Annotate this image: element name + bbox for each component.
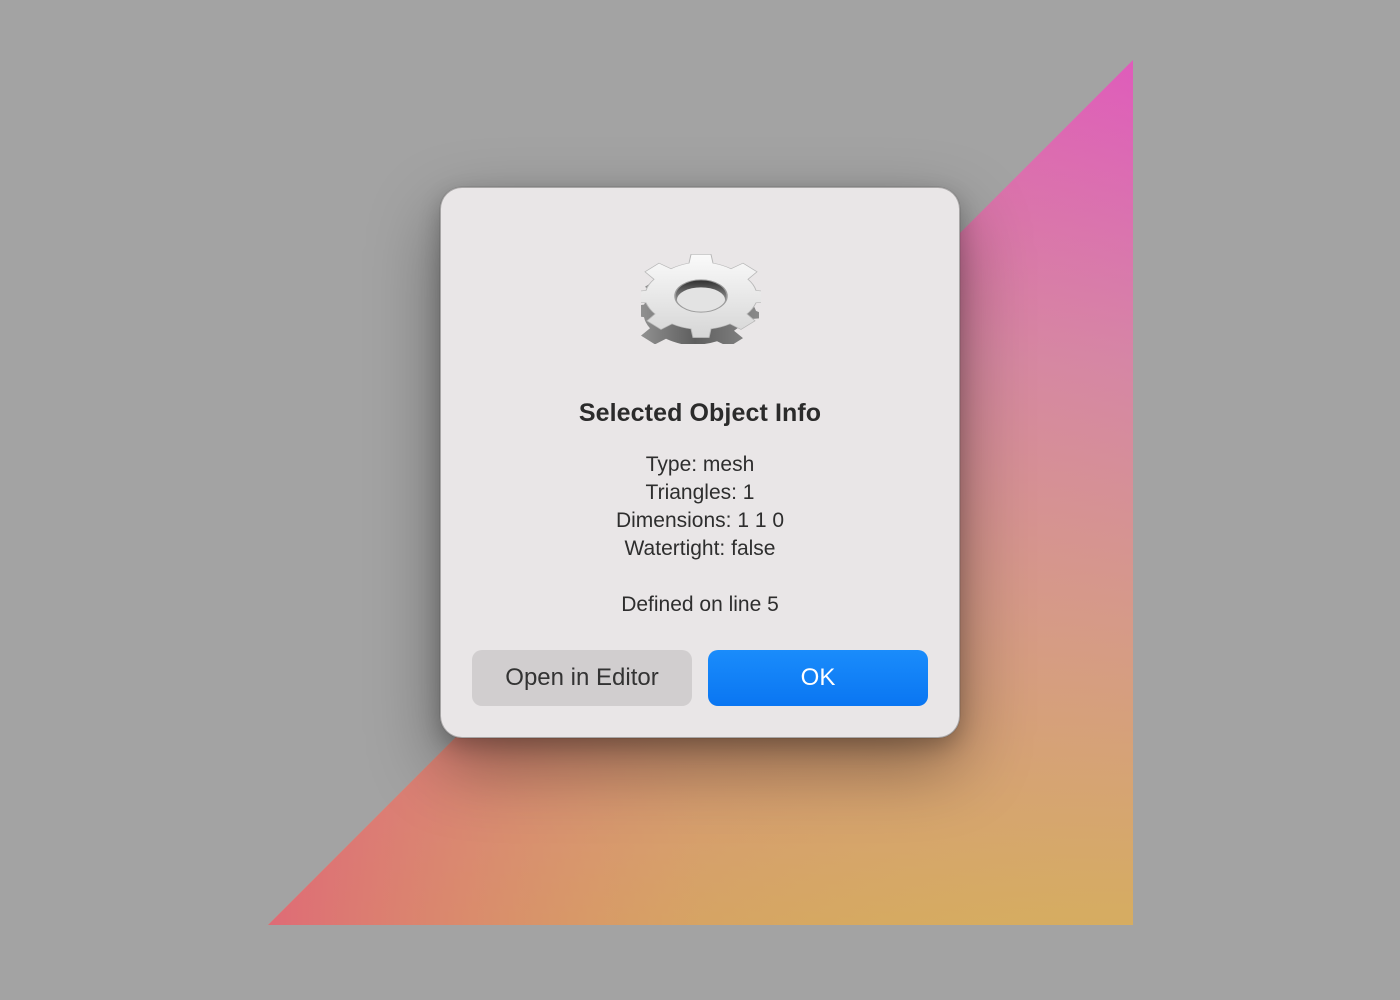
object-info-list: Type: mesh Triangles: 1 Dimensions: 1 1 …: [441, 451, 959, 563]
ok-button[interactable]: OK: [708, 650, 928, 706]
info-type: Type: mesh: [645, 453, 755, 476]
gear-icon: [641, 254, 761, 344]
defined-on-line-text: Defined on line 5: [621, 593, 779, 616]
object-info-dialog: Selected Object Info Type: mesh Triangle…: [440, 187, 960, 738]
info-watertight: Watertight: false: [624, 537, 776, 560]
open-in-editor-button[interactable]: Open in Editor: [472, 650, 692, 706]
info-dimensions: Dimensions: 1 1 0: [615, 509, 785, 532]
info-triangles: Triangles: 1: [645, 481, 755, 504]
dialog-title: Selected Object Info: [578, 399, 822, 427]
